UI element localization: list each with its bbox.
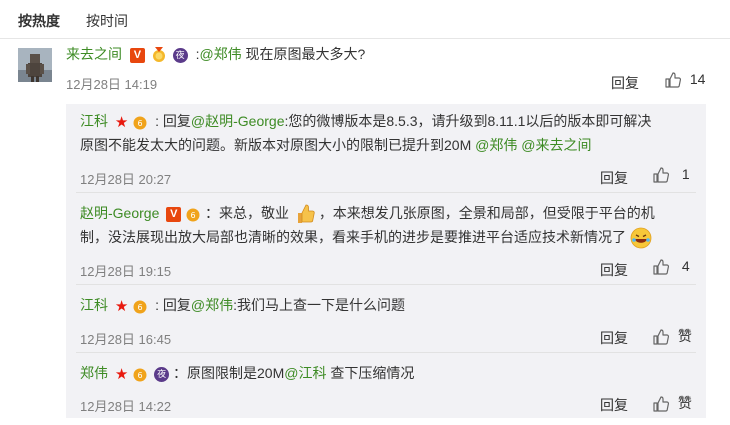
reply-username[interactable]: 江科 (80, 297, 108, 313)
avatar[interactable] (18, 48, 52, 82)
divider (76, 192, 696, 193)
star-badge-icon: ★ (114, 297, 129, 315)
reply-text: :您的微博版本是8.5.3，请升级到8.11.1以后的版本即可解决 (284, 113, 652, 129)
like-label: 赞 (677, 395, 692, 411)
comment-time: 12月28日 14:19 (66, 77, 158, 92)
thumb-up-icon (653, 259, 670, 275)
thumb-up-icon (665, 72, 682, 88)
sort-bar: 按热度 按时间 (0, 0, 730, 39)
level-badge-icon: 6 (186, 208, 200, 222)
reply-username[interactable]: 郑伟 (80, 365, 108, 381)
like-count: 14 (689, 71, 706, 87)
reply-time: 12月28日 16:45 (80, 332, 172, 347)
night-badge-icon: 夜 (154, 366, 170, 382)
like-count: 4 (681, 258, 690, 274)
reply-text: 查下压缩情况 (326, 365, 415, 381)
reply-time: 12月28日 20:27 (80, 172, 172, 187)
like-count: 1 (681, 166, 690, 182)
vip-badge-icon: V (129, 47, 145, 63)
like-button[interactable]: 赞 (652, 393, 692, 413)
level-badge-icon: 6 (133, 300, 147, 314)
level-badge-icon: 6 (133, 116, 147, 130)
reply-text-continued: 制，没法展现出放大局部也清晰的效果，看来手机的进步是要推进平台适应技术新情况了 (80, 229, 626, 245)
svg-text:6: 6 (138, 371, 143, 380)
thumbs-up-emoji-icon (297, 204, 315, 224)
mention-link[interactable]: @郑伟 (191, 297, 233, 313)
star-badge-icon: ★ (114, 113, 129, 131)
star-badge-icon: ★ (114, 365, 129, 383)
comment-username[interactable]: 来去之间 (66, 46, 122, 62)
mention-link[interactable]: @江科 (284, 365, 326, 381)
avatar-image (18, 48, 52, 82)
vip-badge-icon: V (166, 206, 182, 222)
mention-link[interactable]: @郑伟 (199, 46, 241, 62)
comment-text: 现在原图最大多大? (241, 46, 366, 62)
level-badge-icon: 6 (133, 368, 147, 382)
reply-time: 12月28日 19:15 (80, 264, 172, 279)
mention-link[interactable]: @来去之间 (521, 137, 591, 153)
replies-container: 江科 ★ 6 : 回复@赵明-George:您的微博版本是8.5.3，请升级到8… (66, 104, 706, 418)
reply-button[interactable]: 回复 (600, 260, 628, 280)
sort-by-time-tab[interactable]: 按时间 (86, 11, 128, 31)
divider (76, 284, 696, 285)
laughing-emoji-icon (630, 227, 652, 249)
sort-by-hot-tab[interactable]: 按热度 (18, 11, 60, 31)
divider (76, 352, 696, 353)
svg-text:6: 6 (138, 119, 143, 128)
like-label: 赞 (677, 328, 692, 344)
main-comment: 来去之间 V 夜 :@郑伟 现在原图最大多大? 12月28日 14:19 回复 … (66, 46, 706, 93)
thumb-up-icon (653, 396, 670, 412)
mention-link[interactable]: @赵明-George (191, 113, 285, 129)
reply-button[interactable]: 回复 (600, 395, 628, 415)
reply-text: ，本来想发几张原图，全景和局部，但受限于平台的机 (318, 205, 655, 221)
reply-text: ：原图限制是20M (173, 365, 285, 381)
reply-button[interactable]: 回复 (600, 168, 628, 188)
svg-text:6: 6 (138, 303, 143, 312)
medal-icon (152, 47, 165, 63)
reply-button[interactable]: 回复 (600, 328, 628, 348)
reply-text: ：来总，敬业 (205, 205, 290, 221)
like-button[interactable]: 14 (664, 71, 705, 89)
reply-text-continued: 原图不能发太大的问题。新版本对原图大小的限制已提升到20M (80, 137, 476, 153)
like-button[interactable]: 1 (652, 166, 690, 184)
thumb-up-icon (653, 329, 670, 345)
reply-button[interactable]: 回复 (611, 73, 639, 93)
reply-username[interactable]: 赵明-George (80, 205, 159, 221)
mention-link[interactable]: @郑伟 (475, 137, 517, 153)
night-badge-icon: 夜 (172, 47, 188, 63)
reply-time: 12月28日 14:22 (80, 399, 172, 414)
reply-username[interactable]: 江科 (80, 113, 108, 129)
svg-text:6: 6 (191, 211, 196, 220)
like-button[interactable]: 赞 (652, 326, 692, 346)
reply-prefix: 回复 (162, 113, 191, 129)
like-button[interactable]: 4 (652, 258, 690, 276)
reply-prefix: 回复 (162, 297, 191, 313)
reply-text: :我们马上查一下是什么问题 (233, 297, 406, 313)
thumb-up-icon (653, 167, 670, 183)
